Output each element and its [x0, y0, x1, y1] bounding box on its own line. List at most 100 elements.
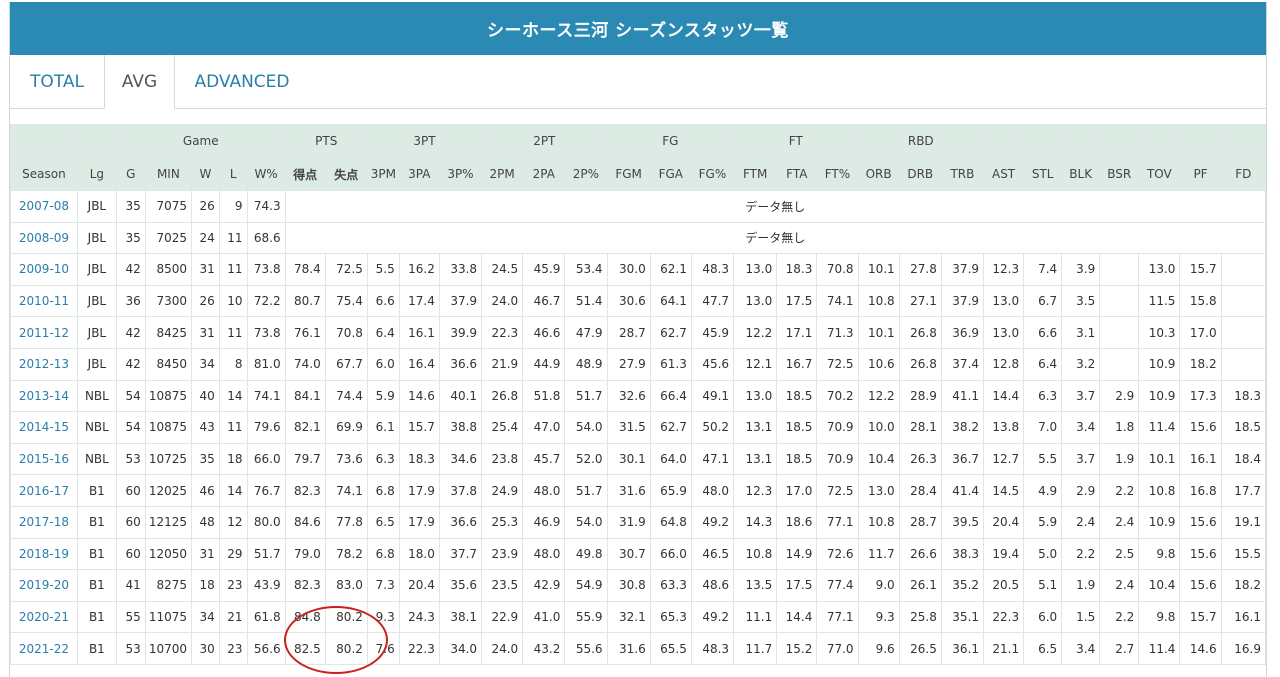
column-header: DRB: [898, 157, 942, 191]
stat-cell: 8275: [144, 569, 193, 602]
column-group-header: [1220, 124, 1267, 158]
stat-cell: 70.9: [816, 442, 859, 476]
season-link[interactable]: 2009-10: [10, 253, 78, 286]
stat-cell: 65.9: [649, 474, 692, 507]
stat-cell: 60: [115, 505, 146, 539]
tab-avg[interactable]: AVG: [104, 55, 175, 109]
league-cell: JBL: [76, 221, 117, 255]
stat-cell: 15.7: [398, 411, 440, 444]
stat-cell: 23.8: [481, 442, 524, 476]
stat-cell: 31: [191, 253, 220, 286]
stat-cell: 48.0: [690, 474, 735, 507]
stat-cell: 73.8: [246, 253, 286, 286]
stat-cell: 10.4: [1138, 569, 1181, 602]
column-header: FT%: [816, 157, 859, 191]
stat-cell: 54: [115, 379, 146, 413]
stat-cell: 38.8: [438, 411, 483, 444]
stat-cell: 10.8: [733, 537, 778, 571]
table-row: 2010-11 JBL 36 7300 26 10 72.2 80.7 75.4 6.6 17.4 3…: [10, 284, 1267, 318]
column-header: FG%: [690, 157, 735, 191]
stat-cell: 49.2: [690, 505, 735, 539]
stat-cell: 21.9: [481, 347, 524, 381]
season-link[interactable]: 2015-16: [10, 442, 78, 476]
stat-cell: 17.0: [1179, 316, 1222, 349]
season-link[interactable]: 2018-19: [10, 537, 78, 571]
stats-panel: シーホース三河 シーズンスタッツ一覧 TOTAL AVG ADVANCED Ga…: [9, 2, 1267, 677]
column-header: 2PM: [481, 157, 524, 191]
stat-cell: 26.1: [898, 569, 942, 602]
stat-cell: 6.5: [366, 505, 400, 539]
column-header: 2PA: [522, 157, 566, 191]
stat-cell: 76.7: [246, 474, 286, 507]
stat-cell: 80.0: [246, 505, 286, 539]
stat-cell: 31: [191, 316, 220, 349]
season-link[interactable]: 2017-18: [10, 505, 78, 539]
stat-cell: 38.2: [940, 411, 985, 444]
stat-cell: 10.4: [857, 442, 900, 476]
stat-cell: 9.0: [857, 569, 900, 602]
stat-cell: 8500: [144, 253, 193, 286]
stat-cell: 66.4: [649, 379, 692, 413]
column-header: 失点: [324, 157, 368, 191]
stat-cell: 2.2: [1099, 600, 1140, 634]
stat-cell: 17.7: [1220, 474, 1267, 507]
column-group-header: [76, 124, 117, 158]
column-header: Season: [10, 157, 78, 191]
season-link[interactable]: 2008-09: [10, 221, 78, 255]
season-link[interactable]: 2019-20: [10, 569, 78, 602]
stat-cell: [1220, 316, 1267, 349]
stat-cell: 28.1: [898, 411, 942, 444]
season-link[interactable]: 2011-12: [10, 316, 78, 349]
stat-cell: 33.8: [438, 253, 483, 286]
column-header: BLK: [1061, 157, 1101, 191]
stat-cell: 70.9: [816, 411, 859, 444]
stat-cell: 26.8: [898, 347, 942, 381]
stat-cell: 51.7: [564, 379, 608, 413]
stat-cell: 11.7: [733, 632, 778, 665]
season-link[interactable]: 2014-15: [10, 411, 78, 444]
stat-cell: 21: [218, 600, 248, 634]
season-link[interactable]: 2020-21: [10, 600, 78, 634]
stat-cell: 10.0: [857, 411, 900, 444]
column-header: G: [115, 157, 146, 191]
stat-cell: 14.3: [733, 505, 778, 539]
season-link[interactable]: 2012-13: [10, 347, 78, 381]
season-link[interactable]: 2010-11: [10, 284, 78, 318]
column-header: FTA: [776, 157, 818, 191]
stat-cell: 80.2: [324, 600, 368, 634]
column-header: FGA: [649, 157, 692, 191]
stat-cell: 41.4: [940, 474, 985, 507]
stat-cell: 10.9: [1138, 379, 1181, 413]
league-cell: B1: [76, 505, 117, 539]
column-header: ORB: [857, 157, 900, 191]
stat-cell: 12.8: [983, 347, 1025, 381]
stat-cell: 5.5: [1023, 442, 1063, 476]
stat-cell: 2.4: [1061, 505, 1101, 539]
stat-cell: 83.0: [324, 569, 368, 602]
stat-cell: 16.2: [398, 253, 440, 286]
stat-cell: 14.6: [398, 379, 440, 413]
stat-cell: 26.8: [481, 379, 524, 413]
stat-cell: 25.8: [898, 600, 942, 634]
stat-cell: 12: [218, 505, 248, 539]
stat-cell: 49.2: [690, 600, 735, 634]
tab-total[interactable]: TOTAL: [10, 55, 104, 109]
season-link[interactable]: 2021-22: [10, 632, 78, 665]
stat-cell: 36.6: [438, 347, 483, 381]
stat-cell: 62.1: [649, 253, 692, 286]
stat-cell: 79.7: [284, 442, 326, 476]
stat-cell: 6.0: [1023, 600, 1063, 634]
column-group-header: PTS: [284, 124, 368, 158]
stat-cell: 20.4: [398, 569, 440, 602]
stat-cell: 65.5: [649, 632, 692, 665]
stat-cell: 3.4: [1061, 411, 1101, 444]
season-link[interactable]: 2007-08: [10, 190, 78, 223]
stat-cell: 26: [191, 284, 220, 318]
stat-cell: 11: [218, 316, 248, 349]
no-data-cell: データ無し: [284, 221, 1267, 255]
stat-cell: 5.0: [1023, 537, 1063, 571]
season-link[interactable]: 2016-17: [10, 474, 78, 507]
tab-advanced[interactable]: ADVANCED: [186, 55, 298, 109]
season-link[interactable]: 2013-14: [10, 379, 78, 413]
stat-cell: 2.4: [1099, 569, 1140, 602]
